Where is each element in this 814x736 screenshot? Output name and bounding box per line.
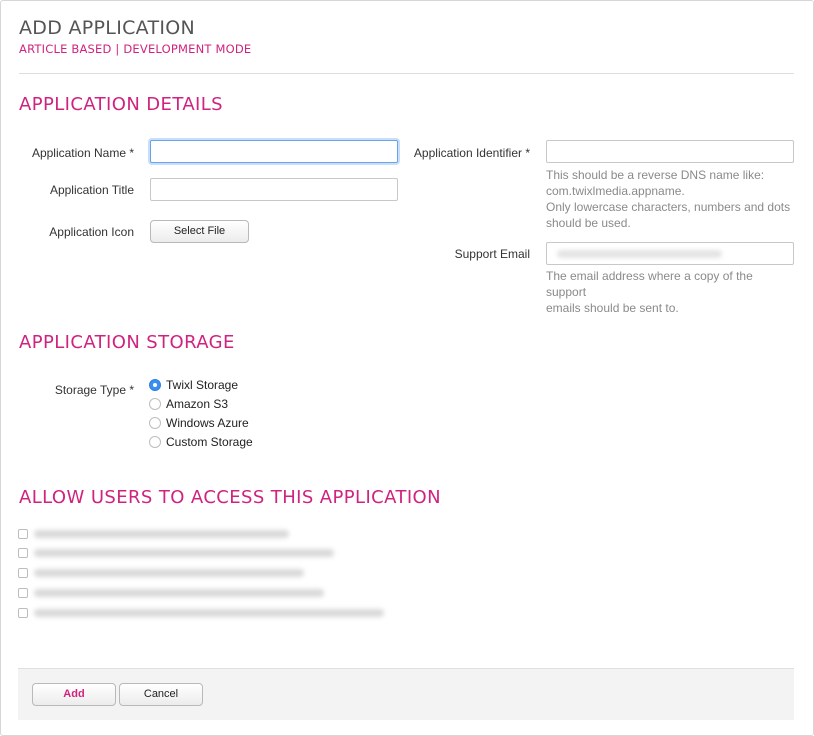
- radio-selected-icon[interactable]: [149, 379, 161, 391]
- storage-option-twixl[interactable]: Twixl Storage: [149, 377, 238, 393]
- form-footer: Add Cancel: [18, 668, 794, 720]
- section-title-users: ALLOW USERS TO ACCESS THIS APPLICATION: [19, 487, 441, 508]
- user-row[interactable]: [18, 586, 324, 600]
- page-title: ADD APPLICATION: [19, 17, 196, 39]
- radio-icon[interactable]: [149, 398, 161, 410]
- app-name-input[interactable]: [150, 140, 398, 163]
- user-name-redacted: [34, 530, 289, 538]
- support-email-label: Support Email: [454, 247, 530, 261]
- storage-type-label: Storage Type *: [54, 383, 134, 397]
- app-name-label: Application Name *: [31, 146, 134, 160]
- app-title-label: Application Title: [49, 183, 134, 197]
- cancel-button[interactable]: Cancel: [119, 683, 203, 706]
- user-checkbox[interactable]: [18, 548, 28, 558]
- user-checkbox[interactable]: [18, 608, 28, 618]
- app-identifier-label: Application Identifier *: [413, 146, 530, 160]
- window-frame: ADD APPLICATION ARTICLE BASED | DEVELOPM…: [0, 0, 814, 736]
- support-email-value-redacted: [557, 250, 722, 258]
- user-row[interactable]: [18, 527, 289, 541]
- user-checkbox[interactable]: [18, 568, 28, 578]
- storage-option-amazon-s3[interactable]: Amazon S3: [149, 396, 228, 412]
- app-icon-label: Application Icon: [49, 225, 134, 239]
- user-row[interactable]: [18, 566, 304, 580]
- user-name-redacted: [34, 549, 334, 557]
- app-title-input[interactable]: [150, 178, 398, 201]
- user-checkbox[interactable]: [18, 529, 28, 539]
- support-email-input[interactable]: [546, 242, 794, 265]
- header-divider: [19, 73, 794, 74]
- storage-option-custom[interactable]: Custom Storage: [149, 434, 253, 450]
- user-row[interactable]: [18, 546, 334, 560]
- app-identifier-input[interactable]: [546, 140, 794, 163]
- radio-icon[interactable]: [149, 436, 161, 448]
- add-button[interactable]: Add: [32, 683, 116, 706]
- page-subtitle: ARTICLE BASED | DEVELOPMENT MODE: [19, 42, 252, 56]
- select-file-button[interactable]: Select File: [150, 220, 249, 243]
- support-email-help: The email address where a copy of the su…: [546, 269, 753, 315]
- radio-icon[interactable]: [149, 417, 161, 429]
- user-name-redacted: [34, 569, 304, 577]
- section-title-details: APPLICATION DETAILS: [19, 94, 224, 115]
- user-name-redacted: [34, 609, 384, 617]
- user-row[interactable]: [18, 606, 384, 620]
- storage-option-windows-azure[interactable]: Windows Azure: [149, 415, 249, 431]
- user-checkbox[interactable]: [18, 588, 28, 598]
- app-identifier-help: This should be a reverse DNS name like: …: [546, 168, 791, 230]
- user-name-redacted: [34, 589, 324, 597]
- section-title-storage: APPLICATION STORAGE: [19, 332, 235, 353]
